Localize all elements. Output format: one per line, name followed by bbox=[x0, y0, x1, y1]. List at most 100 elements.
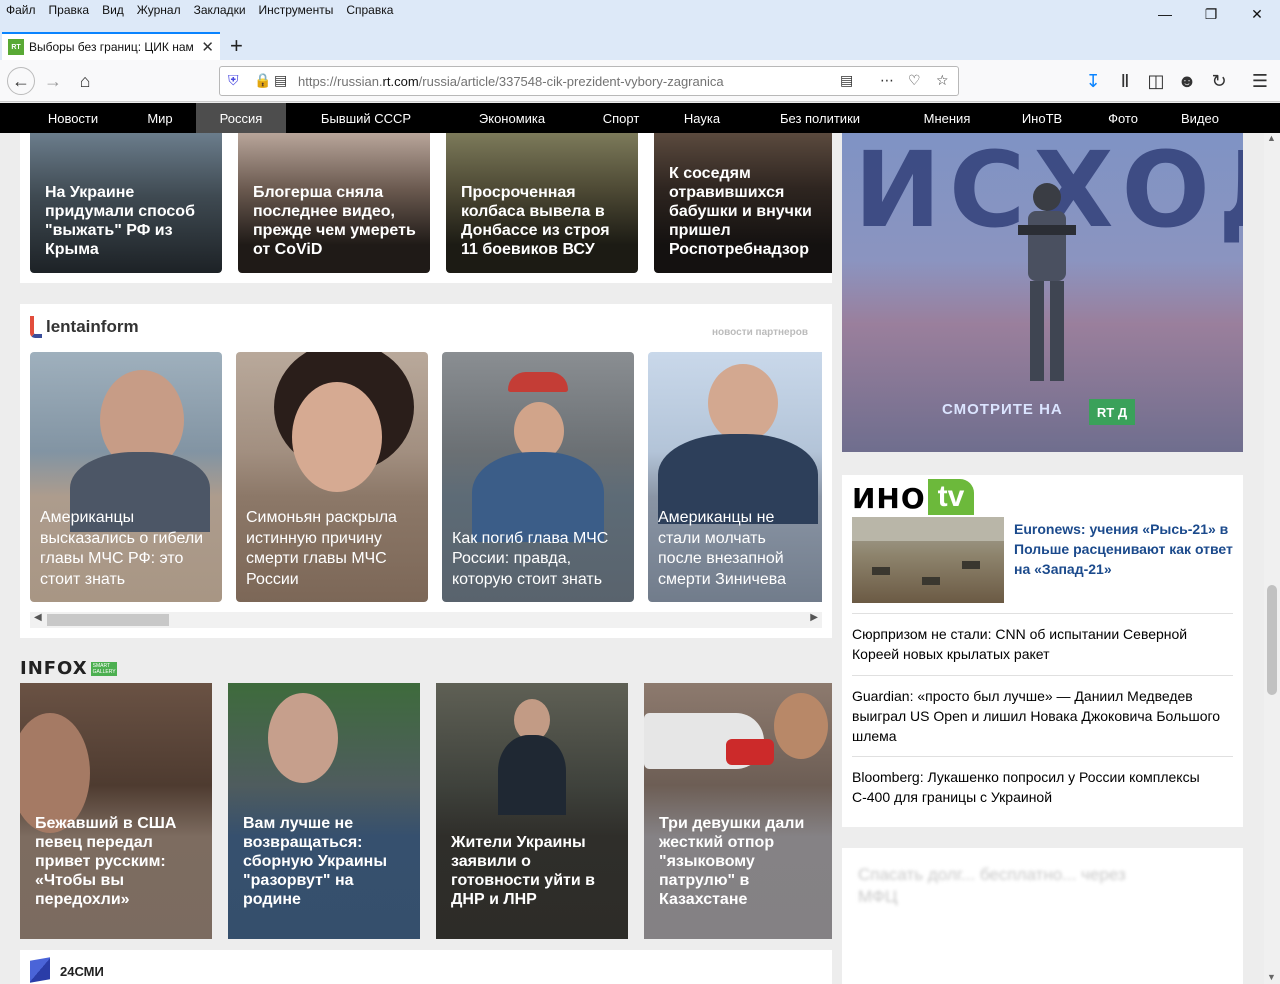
menu-bookmarks[interactable]: Закладки bbox=[194, 3, 246, 17]
news-card-title: Просроченная колбаса вывела в Донбассе и… bbox=[461, 184, 610, 258]
nav-inotv[interactable]: ИноТВ bbox=[1006, 103, 1078, 133]
nav-russia[interactable]: Россия bbox=[196, 103, 286, 133]
tab-title: Выборы без границ: ЦИК нам bbox=[29, 40, 194, 54]
pocket-icon[interactable]: ♡ bbox=[908, 72, 921, 89]
nav-economy[interactable]: Экономика bbox=[456, 103, 568, 133]
partner-card[interactable]: Симоньян раскрыла истинную причину смерт… bbox=[236, 352, 428, 602]
partner-card[interactable]: Как погиб глава МЧС России: правда, кото… bbox=[442, 352, 634, 602]
news-card-title: На Украине придумали способ "выжать" РФ … bbox=[45, 184, 195, 258]
account-icon[interactable]: ☻ bbox=[1174, 68, 1200, 94]
reader-view-icon[interactable]: ▤ bbox=[840, 72, 853, 89]
lentainform-logo[interactable]: lentainform bbox=[30, 316, 139, 338]
url-text[interactable]: https://russian.rt.com/russia/article/33… bbox=[298, 74, 724, 89]
vertical-scroll-thumb[interactable] bbox=[1267, 585, 1277, 695]
permissions-icon[interactable]: ▤ bbox=[274, 72, 287, 89]
partner-card[interactable]: Американцы высказались о гибели главы МЧ… bbox=[30, 352, 222, 602]
page-actions-icon[interactable]: ⋯ bbox=[880, 72, 894, 89]
blurred-ad[interactable]: Спасать долг... бесплатно... через МФЦ bbox=[842, 848, 1243, 984]
menu-edit[interactable]: Правка bbox=[49, 3, 90, 17]
menu-help[interactable]: Справка bbox=[346, 3, 393, 17]
soldier-icon bbox=[1018, 183, 1076, 381]
nav-ex-ussr[interactable]: Бывший СССР bbox=[306, 103, 426, 133]
partner-card-title: Как погиб глава МЧС России: правда, кото… bbox=[452, 529, 609, 588]
restore-icon[interactable]: ❐ bbox=[1188, 0, 1234, 28]
inotv-lead-photo[interactable] bbox=[852, 517, 1004, 603]
nav-news[interactable]: Новости bbox=[28, 103, 118, 133]
vertical-scrollbar[interactable]: ▲ ▼ bbox=[1264, 133, 1280, 984]
site-navigation: Новости Мир Россия Бывший СССР Экономика… bbox=[0, 103, 1280, 133]
close-window-icon[interactable]: ✕ bbox=[1234, 0, 1280, 28]
infox-logo[interactable]: INFOX SMART GALLERY bbox=[20, 658, 117, 679]
infox-card[interactable]: Три девушки дали жесткий отпор "языковом… bbox=[644, 683, 832, 939]
home-icon[interactable]: ⌂ bbox=[72, 68, 98, 94]
promo-banner[interactable]: ИСХОД СМОТРИТЕ НА RT Д bbox=[842, 133, 1243, 452]
infox-card-title: Три девушки дали жесткий отпор "языковом… bbox=[659, 815, 805, 908]
scroll-left-icon[interactable]: ◀ bbox=[34, 612, 42, 623]
scroll-up-icon[interactable]: ▲ bbox=[1267, 133, 1276, 143]
smi-logo-icon bbox=[30, 957, 50, 983]
news-card[interactable]: К соседям отравившихся бабушки и внучки … bbox=[654, 133, 832, 273]
nav-sport[interactable]: Спорт bbox=[586, 103, 656, 133]
reload-icon[interactable]: ↻ bbox=[1206, 68, 1232, 94]
partner-card[interactable]: Американцы не стали молчать после внезап… bbox=[648, 352, 822, 602]
inotv-lead-link[interactable]: Euronews: учения «Рысь-21» в Польше расц… bbox=[1014, 519, 1234, 579]
close-tab-icon[interactable]: ✕ bbox=[201, 38, 214, 56]
news-card-title: Блогерша сняла последнее видео, прежде ч… bbox=[253, 184, 416, 258]
news-card-title: К соседям отравившихся бабушки и внучки … bbox=[669, 165, 812, 258]
browser-tab[interactable]: RT Выборы без границ: ЦИК нам ✕ bbox=[2, 32, 220, 60]
scroll-right-icon[interactable]: ▶ bbox=[810, 612, 818, 623]
sidebar-icon[interactable]: ◫ bbox=[1143, 68, 1169, 94]
nav-video[interactable]: Видео bbox=[1170, 103, 1230, 133]
smi-widget: 24СМИ bbox=[20, 950, 832, 984]
lentainform-logo-icon bbox=[30, 316, 42, 338]
blurred-ad-text: Спасать долг... бесплатно... через МФЦ bbox=[858, 865, 1126, 906]
rtd-logo: RT Д bbox=[1089, 399, 1135, 425]
inotv-item-link[interactable]: Bloomberg: Лукашенко попросил у России к… bbox=[852, 756, 1233, 807]
horizontal-scrollbar[interactable]: ◀ ▶ bbox=[30, 612, 822, 628]
news-card[interactable]: На Украине придумали способ "выжать" РФ … bbox=[30, 133, 222, 273]
url-bar[interactable]: ⛨ 🔒 ▤ https://russian.rt.com/russia/arti… bbox=[219, 66, 959, 96]
partner-card-title: Американцы высказались о гибели главы МЧ… bbox=[40, 509, 204, 588]
library-icon[interactable]: Ⅱ bbox=[1112, 68, 1138, 94]
nav-photo[interactable]: Фото bbox=[1093, 103, 1153, 133]
smi-logo[interactable]: 24СМИ bbox=[60, 964, 104, 979]
shield-icon[interactable]: ⛨ bbox=[228, 72, 239, 89]
menu-file[interactable]: Файл bbox=[6, 3, 36, 17]
partners-label: новости партнеров bbox=[712, 327, 808, 338]
nav-world[interactable]: Мир bbox=[118, 103, 202, 133]
minimize-icon[interactable]: — bbox=[1142, 0, 1188, 28]
scroll-down-icon[interactable]: ▼ bbox=[1267, 972, 1276, 982]
news-card[interactable]: Просроченная колбаса вывела в Донбассе и… bbox=[446, 133, 638, 273]
new-tab-icon[interactable]: + bbox=[230, 33, 243, 59]
nav-opinions[interactable]: Мнения bbox=[906, 103, 988, 133]
smart-gallery-badge: SMART GALLERY bbox=[90, 661, 117, 676]
inotv-item-link[interactable]: Guardian: «просто был лучше» — Даниил Ме… bbox=[852, 675, 1233, 746]
tab-bar: RT Выборы без границ: ЦИК нам ✕ + bbox=[0, 32, 1280, 60]
inotv-logo[interactable]: ИНО tv bbox=[852, 479, 975, 515]
menu-tools[interactable]: Инструменты bbox=[259, 3, 334, 17]
download-icon[interactable]: ↧ bbox=[1080, 68, 1106, 94]
news-card[interactable]: Блогерша сняла последнее видео, прежде ч… bbox=[238, 133, 430, 273]
nav-no-politics[interactable]: Без политики bbox=[760, 103, 880, 133]
infox-card-title: Жители Украины заявили о готовности уйти… bbox=[451, 834, 595, 908]
partner-card-title: Симоньян раскрыла истинную причину смерт… bbox=[246, 509, 397, 588]
related-news-panel: На Украине придумали способ "выжать" РФ … bbox=[20, 133, 832, 283]
infox-card[interactable]: Жители Украины заявили о готовности уйти… bbox=[436, 683, 628, 939]
menu-view[interactable]: Вид bbox=[102, 3, 124, 17]
app-menu-icon[interactable]: ☰ bbox=[1247, 68, 1273, 94]
bookmark-star-icon[interactable]: ☆ bbox=[936, 72, 949, 89]
infox-card[interactable]: Вам лучше не возвращаться: сборную Украи… bbox=[228, 683, 420, 939]
navigation-toolbar: ← → ⌂ ⛨ 🔒 ▤ https://russian.rt.com/russi… bbox=[0, 60, 1280, 102]
menu-history[interactable]: Журнал bbox=[137, 3, 181, 17]
promo-watch-label: СМОТРИТЕ НА bbox=[942, 401, 1063, 418]
lock-icon[interactable]: 🔒 bbox=[254, 72, 271, 89]
infox-card[interactable]: Бежавший в США певец передал привет русс… bbox=[20, 683, 212, 939]
back-icon[interactable]: ← bbox=[7, 67, 35, 95]
inotv-item-link[interactable]: Сюрпризом не стали: CNN об испытании Сев… bbox=[852, 613, 1233, 664]
horizontal-scroll-thumb[interactable] bbox=[47, 614, 169, 626]
infox-card-title: Вам лучше не возвращаться: сборную Украи… bbox=[243, 815, 387, 908]
nav-science[interactable]: Наука bbox=[667, 103, 737, 133]
inotv-widget: ИНО tv Euronews: учения «Рысь-21» в Поль… bbox=[842, 475, 1243, 827]
partner-card-title: Американцы не стали молчать после внезап… bbox=[658, 509, 786, 588]
forward-icon[interactable]: → bbox=[40, 68, 66, 94]
